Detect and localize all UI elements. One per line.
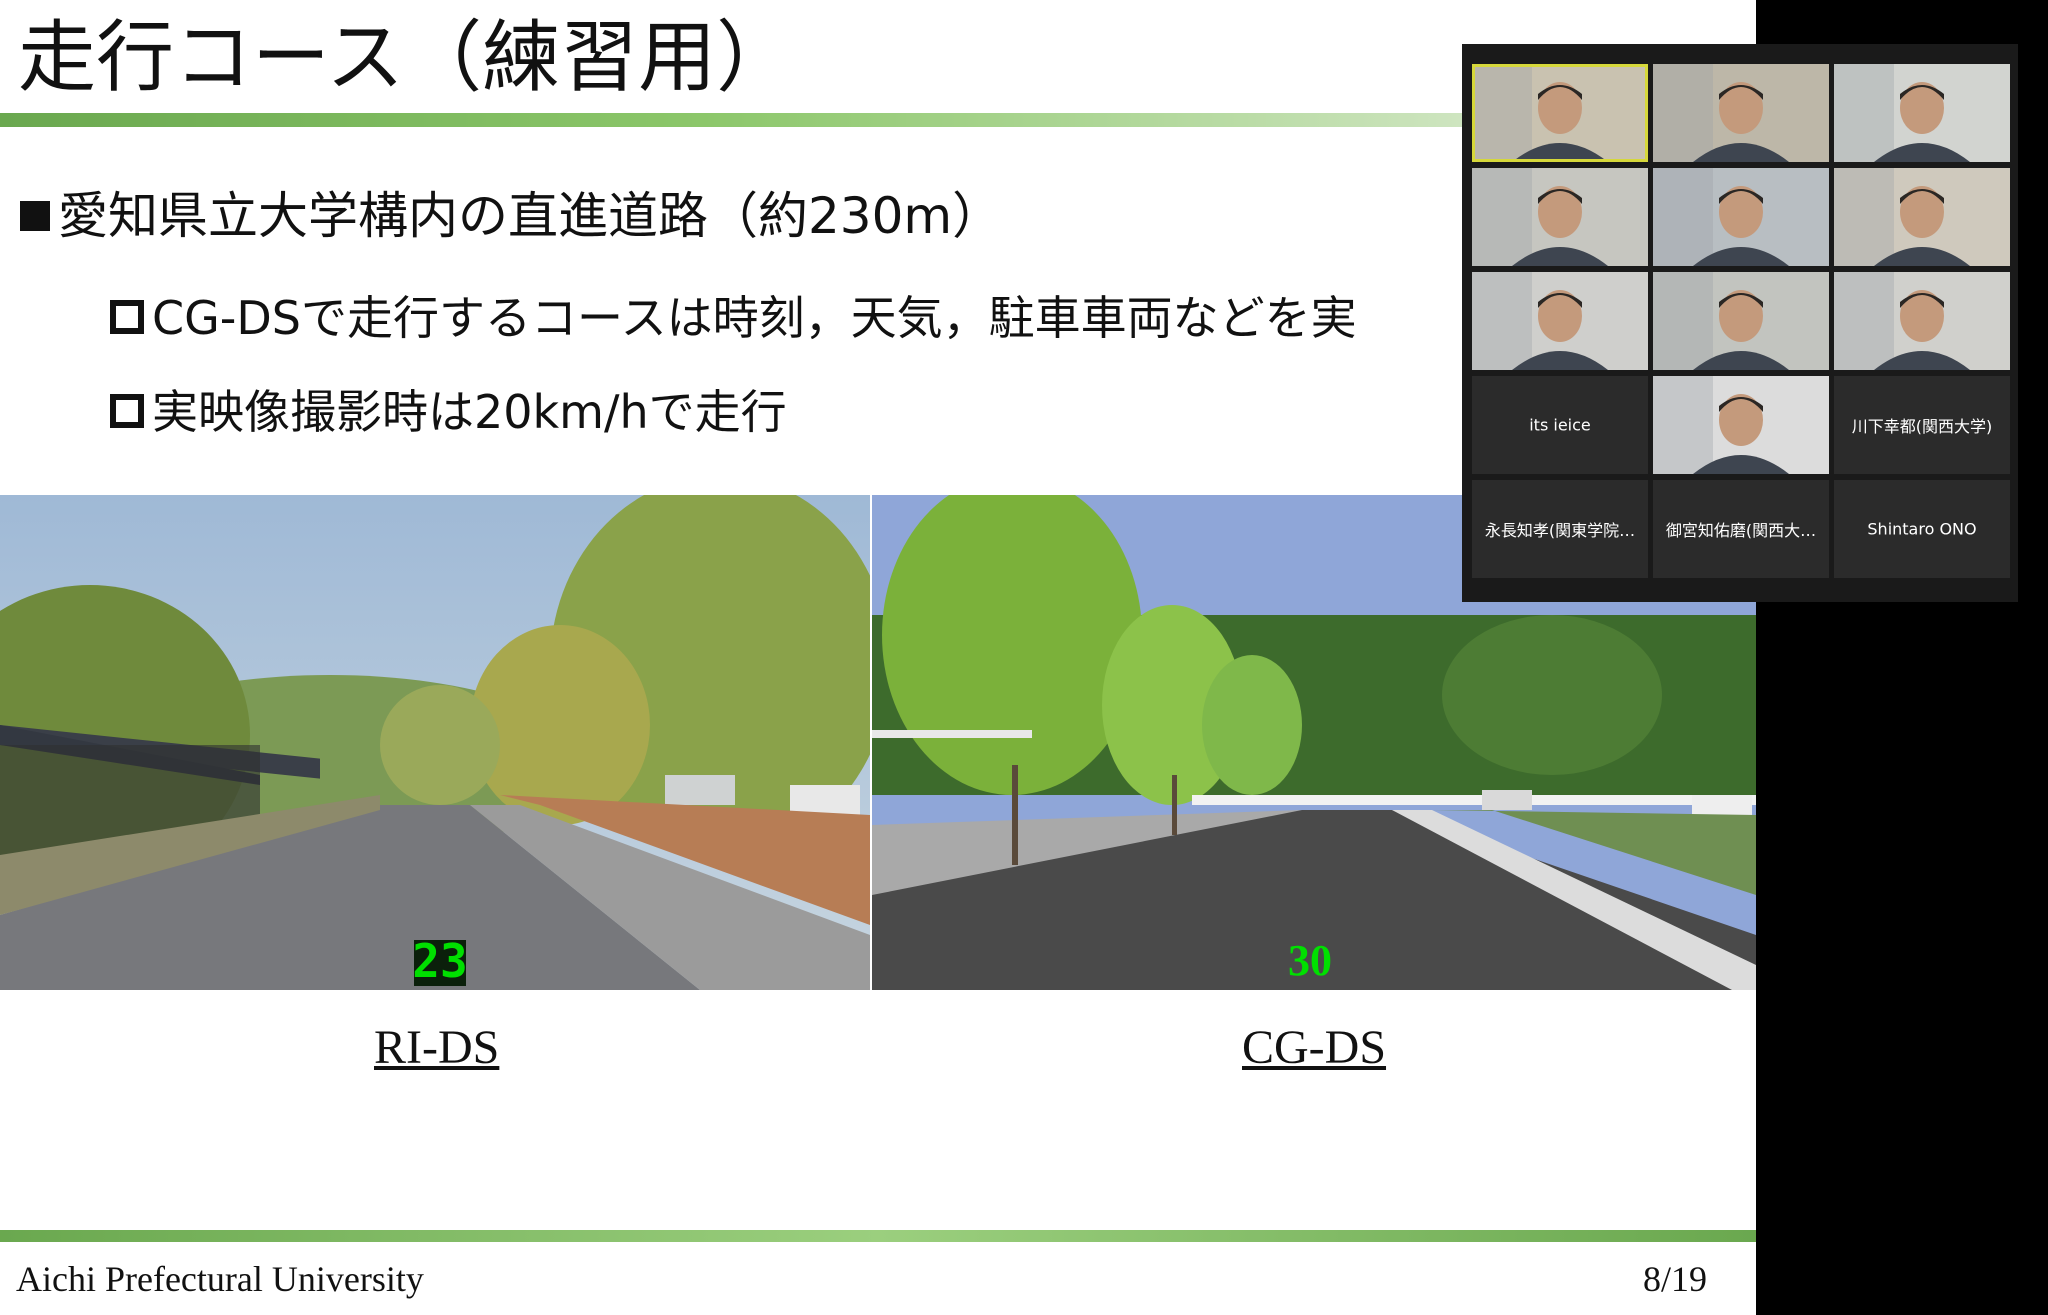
participant-video bbox=[1653, 376, 1829, 474]
footer-divider bbox=[0, 1230, 1756, 1242]
participant-video bbox=[1653, 168, 1829, 266]
participant-tile[interactable] bbox=[1472, 168, 1648, 266]
bullet-main: 愛知県立大学構内の直進道路（約230m） bbox=[20, 176, 1002, 248]
participant-tile[interactable] bbox=[1472, 64, 1648, 162]
caption-ri-ds: RI-DS bbox=[374, 1021, 500, 1074]
participant-video bbox=[1834, 64, 2010, 162]
participant-tile[interactable]: 永長知孝(関東学院… bbox=[1472, 480, 1648, 578]
participant-name: 川下幸都(関西大学) bbox=[1851, 417, 1993, 436]
participant-tile[interactable]: its ieice bbox=[1472, 376, 1648, 474]
open-square-bullet-icon bbox=[110, 394, 144, 428]
participant-tile[interactable] bbox=[1834, 64, 2010, 162]
participant-tile[interactable] bbox=[1834, 168, 2010, 266]
page-number: 8/19 bbox=[1643, 1259, 1708, 1299]
bullet-main-text: 愛知県立大学構内の直進道路（約230m） bbox=[58, 187, 1003, 245]
participant-video bbox=[1834, 272, 2010, 370]
open-square-bullet-icon bbox=[110, 300, 144, 334]
participant-video bbox=[1834, 168, 2010, 266]
participant-name: 御宮知佑磨(関西大… bbox=[1665, 521, 1817, 540]
ri-ds-road-image: 23 bbox=[0, 495, 870, 990]
participant-tile[interactable]: Shintaro ONO bbox=[1834, 480, 2010, 578]
bullet-sub-1-text: CG-DSで走行するコースは時刻，天気，駐車車両などを実 bbox=[152, 291, 1357, 345]
participant-tile[interactable] bbox=[1472, 272, 1648, 370]
ri-ds-speed-readout: 23 bbox=[412, 934, 467, 988]
participant-name: Shintaro ONO bbox=[1867, 519, 1977, 539]
cg-ds-speed-readout: 30 bbox=[1288, 936, 1332, 985]
participant-video bbox=[1472, 168, 1648, 266]
participant-video bbox=[1472, 272, 1648, 370]
participant-name: 永長知孝(関東学院… bbox=[1484, 521, 1636, 540]
participant-tile[interactable]: 川下幸都(関西大学) bbox=[1834, 376, 2010, 474]
bullet-sub-2-text: 実映像撮影時は20km/hで走行 bbox=[152, 385, 787, 439]
bullet-sub-2: 実映像撮影時は20km/hで走行 bbox=[110, 376, 787, 442]
bullet-sub-1: CG-DSで走行するコースは時刻，天気，駐車車両などを実 bbox=[110, 282, 1357, 348]
participant-tile[interactable] bbox=[1653, 376, 1829, 474]
caption-cg-ds: CG-DS bbox=[1242, 1021, 1387, 1074]
meeting-gallery-panel[interactable]: its ieice 川下幸都(関西大学) 永長知孝(関東学院… 御宮知佑磨(関西大… S… bbox=[1462, 44, 2018, 602]
participant-tile[interactable]: 御宮知佑磨(関西大… bbox=[1653, 480, 1829, 578]
participant-tile[interactable] bbox=[1834, 272, 2010, 370]
participant-tile[interactable] bbox=[1653, 168, 1829, 266]
slide-title: 走行コース（練習用） bbox=[18, 13, 795, 103]
participant-video bbox=[1653, 64, 1829, 162]
participant-video bbox=[1472, 64, 1648, 162]
filled-square-bullet-icon bbox=[20, 201, 50, 231]
participant-tile[interactable] bbox=[1653, 64, 1829, 162]
participant-tile[interactable] bbox=[1653, 272, 1829, 370]
footer-organization: Aichi Prefectural University bbox=[16, 1259, 424, 1299]
participant-video bbox=[1653, 272, 1829, 370]
participant-name: its ieice bbox=[1529, 415, 1591, 435]
ri-ds-video: 23 bbox=[0, 495, 870, 990]
